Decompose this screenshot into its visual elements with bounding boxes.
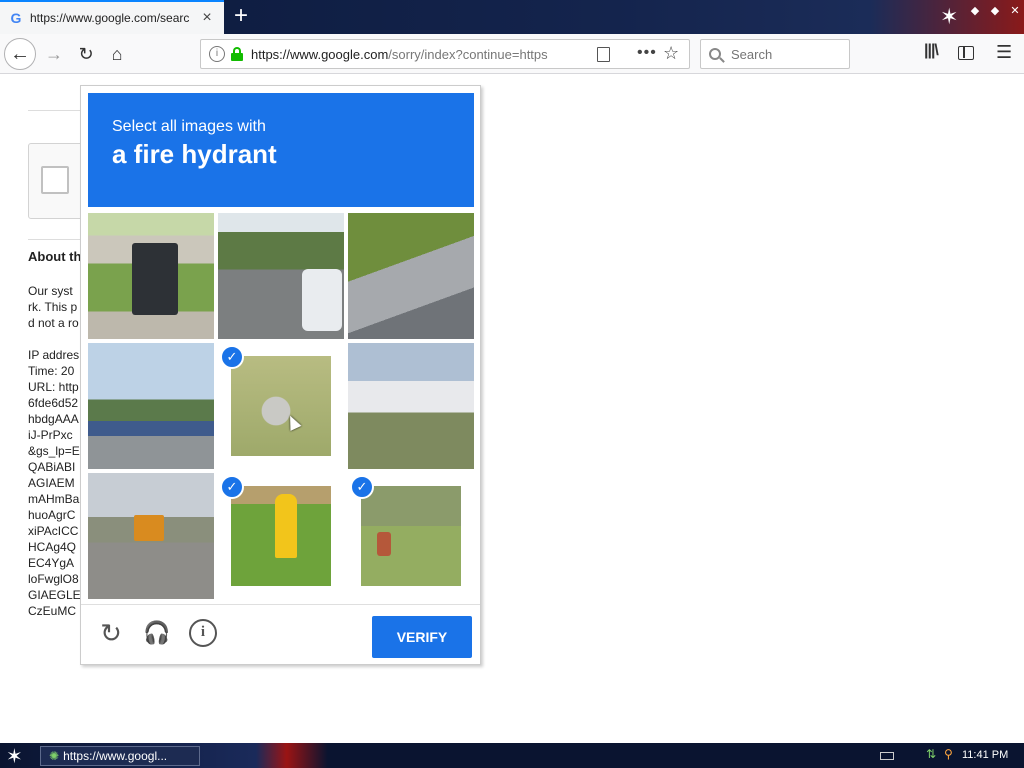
challenge-prompt: Select all images with [112, 118, 266, 135]
url-bar[interactable]: i https://www.google.com/sorry/index?con… [200, 39, 690, 69]
window-manager-star-icon: ✶ [940, 4, 959, 29]
body-line: loFwglO8 [28, 572, 79, 586]
body-line: CzEuMC [28, 604, 77, 618]
divider [28, 239, 88, 240]
taskbar: ✶ ✺ https://www.googl... ⇅ ⚲ 11:41 PM [0, 743, 1024, 768]
selected-checkmark-icon: ✓ [220, 475, 244, 499]
help-info-icon[interactable]: i [189, 619, 217, 647]
body-line: URL: http [28, 380, 79, 394]
tile-image [88, 473, 214, 599]
clock[interactable]: 11:41 PM [962, 749, 1008, 761]
body-line: AGIAEM [28, 476, 75, 490]
image-tile[interactable]: ✓ [218, 343, 344, 469]
tile-image [231, 356, 331, 456]
image-tile[interactable]: ✓ [218, 473, 344, 599]
back-button[interactable]: ← [4, 38, 36, 70]
reload-challenge-icon[interactable]: ↻ [95, 617, 127, 649]
browser-tab[interactable]: G https://www.google.com/search? × [0, 0, 224, 34]
url-text[interactable]: https://www.google.com/sorry/index?conti… [251, 47, 561, 62]
body-line: IP addres [28, 348, 80, 362]
minimize-icon[interactable]: ◆ [968, 4, 982, 17]
tile-image [218, 213, 344, 339]
body-line: rk. This p [28, 300, 78, 314]
taskbar-window-title: https://www.googl... [63, 749, 168, 763]
selected-checkmark-icon: ✓ [220, 345, 244, 369]
body-line: Time: 20 [28, 364, 75, 378]
verify-button[interactable]: VERIFY [372, 616, 472, 658]
window-controls: ◆ ◆ ✕ [968, 4, 1022, 17]
start-menu-star-icon[interactable]: ✶ [6, 744, 23, 768]
recaptcha-challenge-dialog: Select all images with a fire hydrant ✓ … [80, 85, 481, 665]
network-icon[interactable]: ⇅ [926, 747, 936, 761]
tile-image [348, 213, 474, 339]
image-grid: ✓ ✓ ✓ [88, 213, 474, 599]
body-line: hbdgAAA [28, 412, 79, 426]
body-line: xiPAcICC [28, 524, 79, 538]
google-favicon-icon: G [10, 10, 22, 26]
lock-icon[interactable] [231, 47, 243, 61]
site-info-icon[interactable]: i [209, 46, 225, 62]
body-line: 6fde6d52 [28, 396, 79, 410]
sidebar-toggle-icon[interactable] [958, 46, 974, 60]
image-tile[interactable] [88, 343, 214, 469]
tile-image [88, 343, 214, 469]
bookmark-star-icon[interactable]: ☆ [663, 43, 679, 64]
divider [28, 110, 88, 111]
tile-image [348, 343, 474, 469]
hamburger-menu-icon[interactable]: ☰ [996, 42, 1012, 63]
maximize-icon[interactable]: ◆ [988, 4, 1002, 17]
image-tile[interactable] [218, 213, 344, 339]
search-tray-icon[interactable]: ⚲ [944, 747, 953, 761]
reader-view-icon[interactable] [597, 47, 610, 62]
tab-strip: G https://www.google.com/search? × + ✶ ◆… [0, 0, 1024, 34]
page-actions-icon[interactable]: ••• [637, 44, 657, 62]
body-line: iJ-PrPxc [28, 428, 73, 442]
body-line: GIAEGLE [28, 588, 81, 602]
body-line: mAHmBa [28, 492, 80, 506]
body-line: EC4YgA [28, 556, 75, 570]
close-window-icon[interactable]: ✕ [1008, 4, 1022, 17]
challenge-target: a fire hydrant [112, 139, 277, 169]
tile-image [88, 213, 214, 339]
navigation-toolbar: ← → ↻ ⌂ i https://www.google.com/sorry/i… [0, 34, 1024, 74]
search-icon [709, 48, 721, 60]
browser-app-icon: ✺ [49, 749, 60, 763]
image-tile[interactable]: ✓ [348, 473, 474, 599]
home-button[interactable]: ⌂ [101, 38, 133, 70]
new-tab-button[interactable]: + [228, 4, 254, 30]
close-tab-icon[interactable]: × [198, 9, 216, 27]
body-line: QABiABI [28, 460, 76, 474]
body-line: HCAg4Q [28, 540, 77, 554]
image-tile[interactable] [348, 343, 474, 469]
library-icon[interactable]: |||\ [924, 42, 939, 60]
search-box[interactable] [700, 39, 850, 69]
reload-button[interactable]: ↻ [70, 38, 102, 70]
taskbar-window-button[interactable]: ✺ https://www.googl... [40, 746, 200, 766]
search-input[interactable] [731, 46, 841, 62]
selected-checkmark-icon: ✓ [350, 475, 374, 499]
body-line: Our syst [28, 284, 73, 298]
body-line: huoAgrC [28, 508, 76, 522]
tab-title: https://www.google.com/search? [30, 11, 190, 25]
challenge-footer: ↻ 🎧 i VERIFY [81, 604, 480, 666]
about-heading: About th [28, 249, 82, 264]
image-tile[interactable] [88, 473, 214, 599]
body-line: &gs_lp=E [28, 444, 80, 458]
challenge-header: Select all images with a fire hydrant [88, 93, 474, 207]
audio-challenge-headphones-icon[interactable]: 🎧 [141, 617, 173, 649]
body-line: d not a ro [28, 316, 79, 330]
keyboard-layout-icon[interactable] [880, 752, 894, 760]
tile-image [231, 486, 331, 586]
tile-image [361, 486, 461, 586]
recaptcha-anchor-box [28, 143, 88, 219]
im-not-a-robot-checkbox[interactable] [41, 166, 69, 194]
image-tile[interactable] [348, 213, 474, 339]
body-line [28, 331, 88, 347]
forward-button[interactable]: → [38, 38, 70, 70]
about-body-text: Our syst rk. This p d not a ro IP addres Ti… [28, 283, 88, 619]
image-tile[interactable] [88, 213, 214, 339]
